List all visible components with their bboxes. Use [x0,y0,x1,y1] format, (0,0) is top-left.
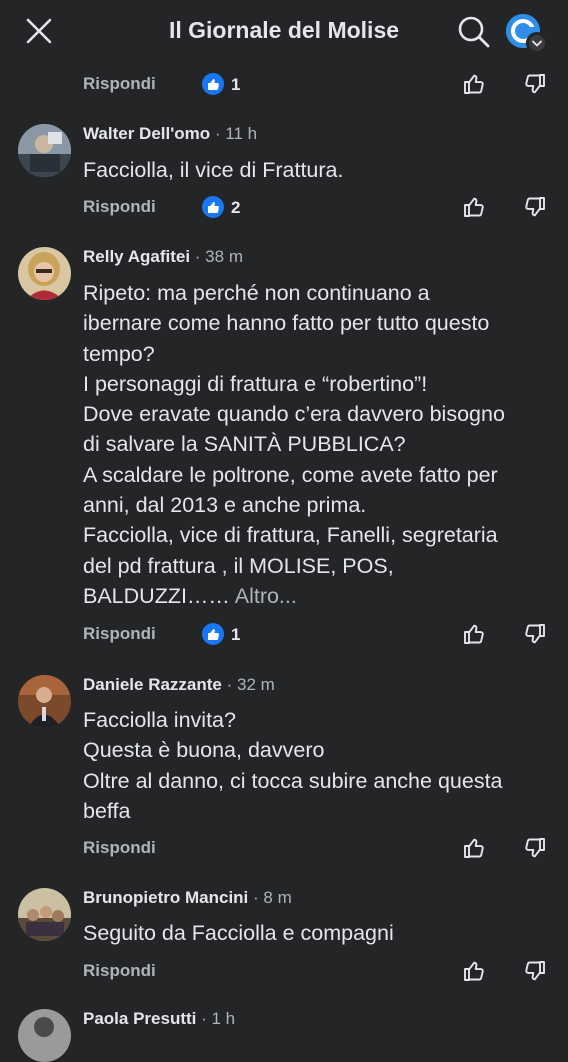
reply-button[interactable]: Rispondi [83,961,156,981]
reply-button[interactable]: Rispondi [83,74,156,94]
author-name[interactable]: Relly Agafitei [83,247,190,266]
thumbs-up-icon[interactable] [461,835,487,861]
thumbs-down-icon[interactable] [522,194,548,220]
comment-meta: Daniele Razzante · 32 m [83,675,275,695]
top-bar: Il Giornale del Molise [0,0,568,62]
like-badge-icon [202,73,224,95]
see-more-link[interactable]: Altro... [230,584,297,608]
comment-meta: Walter Dell'omo · 11 h [83,124,257,144]
comment-time: · 32 m [221,675,275,694]
like-count: 1 [231,75,241,94]
comment-text: Ripeto: ma perché non continuano a ibern… [83,278,553,611]
comment-actions: Rispondi 2 [0,193,568,223]
like-count: 2 [231,198,241,217]
avatar[interactable] [18,1009,71,1062]
avatar[interactable] [18,124,71,177]
comment-actions: Rispondi 1 [0,620,568,650]
comment-text: Facciolla invita? Questa è buona, davver… [83,708,503,823]
avatar[interactable] [18,247,71,300]
thumbs-up-icon[interactable] [461,194,487,220]
comment-actions: Rispondi [0,957,568,987]
author-name[interactable]: Daniele Razzante [83,675,222,694]
search-icon[interactable] [456,14,492,50]
like-badge-icon [202,196,224,218]
chevron-down-icon[interactable] [526,32,548,54]
comment-time: · 8 m [248,888,292,907]
reply-button[interactable]: Rispondi [83,838,156,858]
comment-time: · 11 h [210,124,258,143]
thumbs-down-icon[interactable] [522,621,548,647]
comment-actions: Rispondi 1 [0,70,568,100]
thumbs-down-icon[interactable] [522,71,548,97]
thumbs-up-icon[interactable] [461,71,487,97]
comment-meta: Brunopietro Mancini · 8 m [83,888,292,908]
thumbs-down-icon[interactable] [522,958,548,984]
avatar[interactable] [18,888,71,941]
comment-meta: Paola Presutti · 1 h [83,1009,235,1029]
author-name[interactable]: Walter Dell'omo [83,124,210,143]
comment-text: Facciolla, il vice di Frattura. [83,158,344,182]
thumbs-up-icon[interactable] [461,621,487,647]
comment-text-content: Ripeto: ma perché non continuano a ibern… [83,281,505,608]
comment-time: · 38 m [190,247,243,266]
comment-meta: Relly Agafitei · 38 m [83,247,243,267]
like-badge-icon [202,623,224,645]
avatar[interactable] [18,675,71,728]
reply-button[interactable]: Rispondi [83,197,156,217]
author-name[interactable]: Brunopietro Mancini [83,888,248,907]
comments-list: Rispondi 1 Walter Dell'omo · 11 h Faccio… [0,0,568,1062]
comment-time: · 1 h [196,1009,236,1028]
like-count: 1 [231,625,241,644]
reply-button[interactable]: Rispondi [83,624,156,644]
comment-actions: Rispondi [0,834,568,864]
comment-text: Seguito da Facciolla e compagni [83,921,394,945]
thumbs-up-icon[interactable] [461,958,487,984]
author-name[interactable]: Paola Presutti [83,1009,196,1028]
thumbs-down-icon[interactable] [522,835,548,861]
